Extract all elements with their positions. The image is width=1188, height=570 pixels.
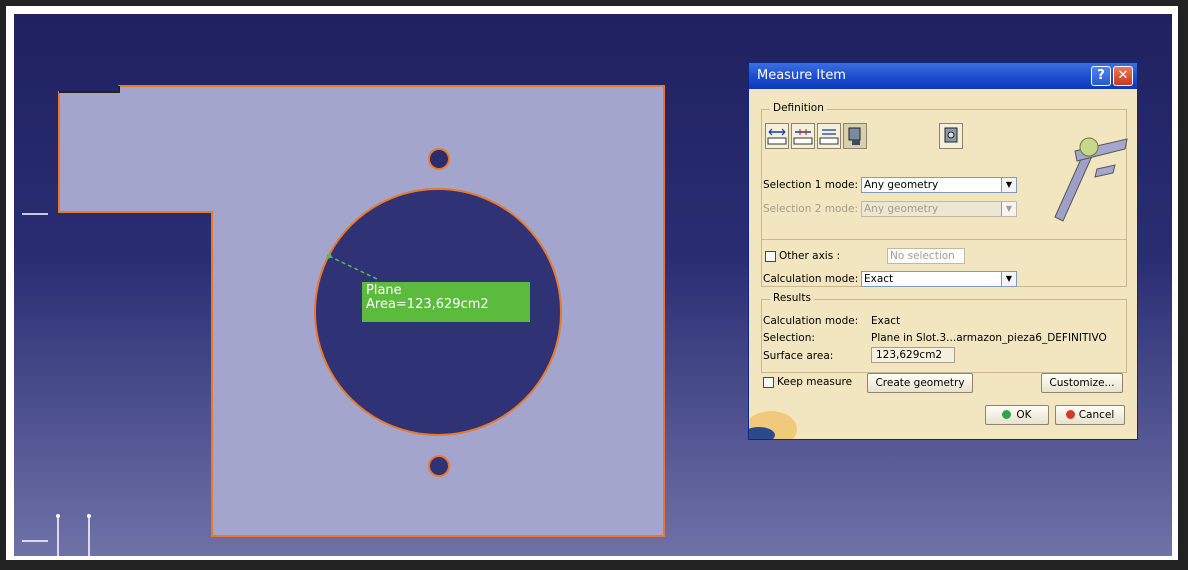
results-selection-label: Selection: [763, 332, 815, 344]
selection1-mode-select[interactable]: Any geometry ▼ [861, 177, 1017, 193]
definition-divider [761, 239, 1127, 240]
measure-tool-icons [765, 123, 965, 151]
axis-dot-1 [56, 514, 60, 518]
cancel-button[interactable]: Cancel [1055, 405, 1125, 425]
other-axis-label: Other axis : [779, 250, 841, 262]
customize-button[interactable]: Customize... [1041, 373, 1123, 393]
keep-measure-checkbox[interactable] [763, 377, 774, 388]
results-calc-label: Calculation mode: [763, 315, 859, 327]
dialog-decor-graphic [749, 411, 797, 439]
ok-button[interactable]: OK [985, 405, 1049, 425]
selection2-label: Selection 2 mode: [763, 203, 859, 215]
results-surface-label: Surface area: [763, 350, 834, 362]
create-geometry-button[interactable]: Create geometry [867, 373, 973, 393]
results-legend: Results [770, 292, 814, 304]
selection1-value: Any geometry [864, 179, 939, 191]
small-hole-top [428, 148, 450, 170]
calc-mode-value: Exact [864, 273, 894, 285]
chevron-down-icon: ▼ [1001, 202, 1016, 216]
selection2-mode-select: Any geometry ▼ [861, 201, 1017, 217]
measure-thickness-icon[interactable] [939, 123, 963, 149]
ok-icon [1002, 410, 1012, 419]
selection1-label: Selection 1 mode: [763, 179, 859, 191]
cancel-icon [1065, 410, 1075, 419]
definition-legend: Definition [770, 102, 827, 114]
measure-between-chain-icon[interactable] [791, 123, 815, 149]
annotation-line-2: Area=123,629cm2 [366, 297, 489, 312]
dialog-titlebar[interactable]: Measure Item ? ✕ [749, 63, 1137, 89]
selection2-value: Any geometry [864, 203, 939, 215]
measure-item-dialog: Measure Item ? ✕ Definition Selection 1 … [748, 62, 1138, 440]
calc-mode-label: Calculation mode: [763, 273, 859, 285]
dialog-title: Measure Item [757, 68, 846, 83]
ok-label: OK [1016, 409, 1032, 421]
cancel-label: Cancel [1078, 409, 1115, 421]
keep-measure-label: Keep measure [777, 376, 853, 388]
other-axis-field: No selection [887, 248, 965, 264]
small-hole-bottom [428, 455, 450, 477]
chevron-down-icon: ▼ [1001, 272, 1016, 286]
annotation-line-1: Plane [366, 283, 402, 298]
measure-between-icon[interactable] [765, 123, 789, 149]
other-axis-value: No selection [890, 250, 955, 262]
results-calc-value: Exact [871, 315, 901, 327]
part-top-edge [59, 86, 120, 93]
chevron-down-icon: ▼ [1001, 178, 1016, 192]
measure-between-fan-icon[interactable] [817, 123, 841, 149]
leader-anchor [326, 253, 332, 259]
surface-area-value: 123,629cm2 [871, 347, 955, 363]
results-selection-value: Plane in Slot.3...armazon_pieza6_DEFINIT… [871, 332, 1107, 344]
help-button[interactable]: ? [1091, 66, 1111, 86]
measure-item-icon[interactable] [843, 123, 867, 149]
close-button[interactable]: ✕ [1113, 66, 1133, 86]
window-frame: Plane Area=123,629cm2 Measure Item ? ✕ D… [0, 0, 1188, 570]
other-axis-checkbox[interactable] [765, 251, 776, 262]
axis-dot-2 [87, 514, 91, 518]
calc-mode-select[interactable]: Exact ▼ [861, 271, 1017, 287]
caliper-icon [1054, 137, 1128, 222]
area-annotation-label: Plane Area=123,629cm2 [362, 282, 530, 322]
